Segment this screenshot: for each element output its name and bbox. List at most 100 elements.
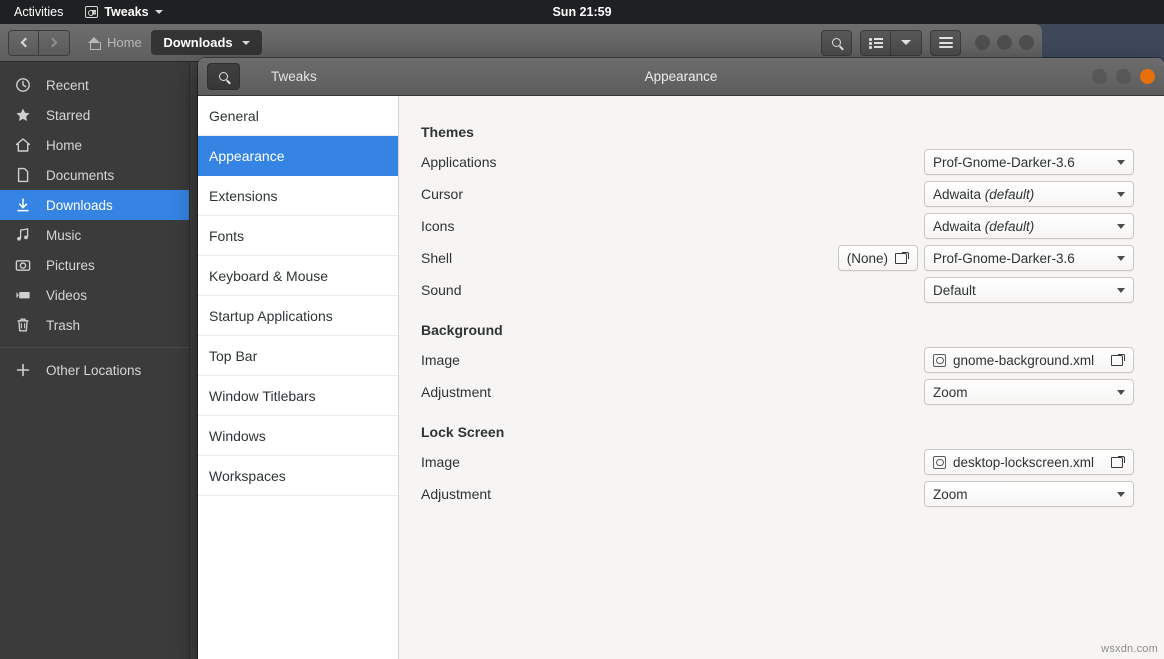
tweaks-item-fonts[interactable]: Fonts bbox=[198, 216, 398, 256]
file-manager-header-bar: Home / Downloads bbox=[0, 24, 1042, 62]
main-menu-button[interactable] bbox=[930, 29, 961, 56]
maximize-button[interactable] bbox=[997, 35, 1012, 50]
sidebar-item-music[interactable]: Music bbox=[0, 220, 189, 250]
sidebar-item-label: Other Locations bbox=[46, 362, 142, 378]
window-controls bbox=[975, 35, 1034, 50]
chevron-down-icon bbox=[154, 10, 163, 14]
back-button[interactable] bbox=[8, 29, 39, 56]
tweaks-header-bar: Tweaks Appearance bbox=[198, 58, 1164, 96]
lockscreen-adjustment-combo[interactable]: Zoom bbox=[924, 481, 1134, 507]
sidebar-item-label: Trash bbox=[46, 317, 81, 333]
view-options-button[interactable] bbox=[891, 29, 922, 56]
music-icon bbox=[14, 227, 32, 243]
tweaks-item-label: Appearance bbox=[209, 147, 285, 164]
sidebar-item-videos[interactable]: Videos bbox=[0, 280, 189, 310]
tweaks-item-window-titlebars[interactable]: Window Titlebars bbox=[198, 376, 398, 416]
row-label: Image bbox=[421, 352, 460, 368]
sidebar-item-other-locations[interactable]: Other Locations bbox=[0, 355, 189, 385]
tweaks-sidebar-title: Tweaks bbox=[271, 69, 317, 84]
row-label: Applications bbox=[421, 154, 497, 170]
tweaks-item-startup-applications[interactable]: Startup Applications bbox=[198, 296, 398, 336]
sidebar-item-home[interactable]: Home bbox=[0, 130, 189, 160]
cursor-theme-combo[interactable]: Adwaita (default) bbox=[924, 181, 1134, 207]
tweaks-item-label: Window Titlebars bbox=[209, 387, 316, 404]
star-icon bbox=[14, 107, 32, 123]
tweaks-item-extensions[interactable]: Extensions bbox=[198, 176, 398, 216]
shell-theme-combo[interactable]: Prof-Gnome-Darker-3.6 bbox=[924, 245, 1134, 271]
tweaks-item-label: Keyboard & Mouse bbox=[209, 267, 329, 284]
file-manager-sidebar: Recent Starred Home Documents Downloads … bbox=[0, 62, 190, 659]
sidebar-item-recent[interactable]: Recent bbox=[0, 70, 189, 100]
combo-value-default: (default) bbox=[984, 218, 1035, 234]
applications-theme-combo[interactable]: Prof-Gnome-Darker-3.6 bbox=[924, 149, 1134, 175]
section-title-themes: Themes bbox=[421, 124, 474, 140]
combo-value: Zoom bbox=[933, 486, 968, 502]
sound-theme-combo[interactable]: Default bbox=[924, 277, 1134, 303]
forward-button[interactable] bbox=[39, 29, 70, 56]
tweaks-item-appearance[interactable]: Appearance bbox=[198, 136, 398, 176]
clock[interactable]: Sun 21:59 bbox=[0, 5, 1164, 19]
tweaks-item-top-bar[interactable]: Top Bar bbox=[198, 336, 398, 376]
row-label: Sound bbox=[421, 282, 462, 298]
tweaks-item-windows[interactable]: Windows bbox=[198, 416, 398, 456]
search-button[interactable] bbox=[821, 29, 852, 56]
combo-value: Prof-Gnome-Darker-3.6 bbox=[933, 154, 1075, 170]
row-lockscreen-image: Image desktop-lockscreen.xml bbox=[421, 446, 1134, 478]
app-menu-tweaks[interactable]: Tweaks bbox=[75, 5, 172, 19]
breadcrumb-item-downloads[interactable]: Downloads bbox=[151, 30, 262, 55]
tweaks-item-label: Top Bar bbox=[209, 347, 258, 364]
tweaks-content: Themes Applications Prof-Gnome-Darker-3.… bbox=[399, 96, 1164, 659]
sidebar-item-label: Starred bbox=[46, 107, 91, 123]
trash-icon bbox=[14, 317, 32, 333]
chevron-down-icon bbox=[1117, 287, 1125, 293]
tweaks-item-workspaces[interactable]: Workspaces bbox=[198, 456, 398, 496]
background-image-file-button[interactable]: gnome-background.xml bbox=[924, 347, 1134, 373]
sidebar-item-trash[interactable]: Trash bbox=[0, 310, 189, 340]
sidebar-item-downloads[interactable]: Downloads bbox=[0, 190, 189, 220]
sidebar-item-pictures[interactable]: Pictures bbox=[0, 250, 189, 280]
tweaks-window-controls bbox=[1092, 69, 1155, 84]
folder-open-icon bbox=[1111, 456, 1125, 468]
search-icon bbox=[219, 72, 228, 81]
sidebar-divider bbox=[0, 347, 189, 348]
clock-icon bbox=[14, 77, 32, 93]
row-lockscreen-adjustment: Adjustment Zoom bbox=[421, 478, 1134, 510]
close-button[interactable] bbox=[1019, 35, 1034, 50]
chevron-down-icon bbox=[1117, 255, 1125, 261]
tweaks-item-label: Windows bbox=[209, 427, 266, 444]
tweaks-window: Tweaks Appearance General Appearance Ext… bbox=[198, 58, 1164, 659]
lockscreen-image-file-button[interactable]: desktop-lockscreen.xml bbox=[924, 449, 1134, 475]
minimize-button[interactable] bbox=[1092, 69, 1107, 84]
forward-icon bbox=[47, 37, 58, 48]
list-view-button[interactable] bbox=[860, 29, 891, 56]
tweaks-item-keyboard-mouse[interactable]: Keyboard & Mouse bbox=[198, 256, 398, 296]
hamburger-menu-icon bbox=[938, 37, 953, 48]
combo-value: Adwaita bbox=[933, 218, 985, 234]
file-button-value: desktop-lockscreen.xml bbox=[953, 454, 1095, 470]
sidebar-item-starred[interactable]: Starred bbox=[0, 100, 189, 130]
activities-button[interactable]: Activities bbox=[0, 5, 75, 19]
icons-theme-combo[interactable]: Adwaita (default) bbox=[924, 213, 1134, 239]
shell-theme-file-button[interactable]: (None) bbox=[837, 245, 918, 271]
image-file-icon bbox=[933, 455, 946, 469]
chevron-down-icon bbox=[241, 40, 250, 45]
sidebar-item-documents[interactable]: Documents bbox=[0, 160, 189, 190]
combo-value-default: (default) bbox=[984, 186, 1035, 202]
background-adjustment-combo[interactable]: Zoom bbox=[924, 379, 1134, 405]
tweaks-search-button[interactable] bbox=[207, 63, 240, 90]
folder-open-icon bbox=[895, 252, 909, 264]
navigation-buttons bbox=[8, 29, 70, 56]
breadcrumb-item-home[interactable]: Home bbox=[80, 31, 150, 54]
maximize-button[interactable] bbox=[1116, 69, 1131, 84]
video-icon bbox=[14, 287, 32, 303]
minimize-button[interactable] bbox=[975, 35, 990, 50]
tweaks-item-label: Workspaces bbox=[209, 467, 286, 484]
breadcrumb: Home / Downloads bbox=[80, 30, 262, 55]
close-button[interactable] bbox=[1140, 69, 1155, 84]
combo-value: Prof-Gnome-Darker-3.6 bbox=[933, 250, 1075, 266]
home-icon bbox=[14, 137, 32, 153]
document-icon bbox=[14, 167, 32, 183]
tweaks-item-general[interactable]: General bbox=[198, 96, 398, 136]
sidebar-item-label: Downloads bbox=[46, 197, 113, 213]
row-sound-theme: Sound Default bbox=[421, 274, 1134, 306]
